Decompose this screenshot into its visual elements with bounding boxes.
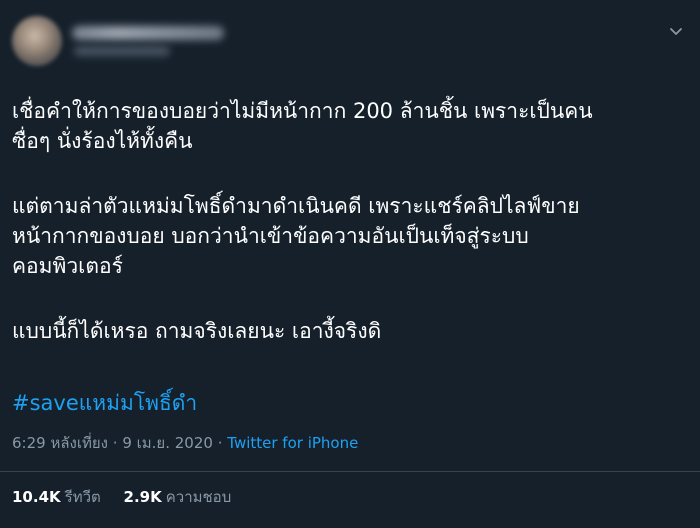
- retweets-label: รีทวีต: [64, 488, 101, 506]
- likes-count: 2.9K: [123, 488, 162, 506]
- tweet-text-line: หน้ากากของบอย บอกว่านำเข้าข้อความอันเป็น…: [12, 224, 529, 248]
- hashtag-link[interactable]: #saveแหม่มโพธิ์ดำ: [12, 388, 197, 418]
- tweet-metadata: 6:29 หลังเที่ยง · 9 เม.ย. 2020 · Twitter…: [12, 433, 358, 453]
- username-redacted[interactable]: [74, 46, 170, 56]
- tweet-date[interactable]: 9 เม.ย. 2020: [122, 434, 213, 452]
- tweet-text: เชื่อคำให้การของบอยว่าไม่มีหน้ากาก 200 ล…: [12, 96, 688, 346]
- tweet-time[interactable]: 6:29 หลังเที่ยง: [12, 434, 108, 452]
- more-options-button[interactable]: [666, 24, 686, 40]
- tweet-source-link[interactable]: Twitter for iPhone: [227, 434, 358, 452]
- meta-separator: ·: [217, 434, 223, 452]
- retweets-stat[interactable]: 10.4K รีทวีต: [12, 488, 106, 506]
- retweets-count: 10.4K: [12, 488, 61, 506]
- tweet-stats: 10.4K รีทวีต 2.9K ความชอบ: [12, 487, 231, 507]
- tweet-text-line: เชื่อคำให้การของบอยว่าไม่มีหน้ากาก 200 ล…: [12, 99, 593, 123]
- tweet-text-line: แบบนี้ก็ได้เหรอ ถามจริงเลยนะ เอางี้จริงด…: [12, 319, 382, 343]
- tweet-text-line: แต่ตามล่าตัวแหม่มโพธิ์ดำมาดำเนินคดี เพรา…: [12, 194, 580, 218]
- tweet-text-line: ซื่อๆ นั่งร้องไห้ทั้งคืน: [12, 129, 193, 153]
- tweet-text-line: คอมพิวเตอร์: [12, 254, 123, 278]
- likes-stat[interactable]: 2.9K ความชอบ: [124, 488, 232, 506]
- divider: [0, 471, 700, 472]
- likes-label: ความชอบ: [165, 488, 232, 506]
- avatar[interactable]: [12, 16, 62, 66]
- meta-separator: ·: [112, 434, 118, 452]
- chevron-down-icon: [666, 24, 686, 40]
- tweet-card: เชื่อคำให้การของบอยว่าไม่มีหน้ากาก 200 ล…: [0, 0, 700, 528]
- tweet-header: [0, 0, 700, 80]
- display-name-redacted[interactable]: [72, 26, 224, 40]
